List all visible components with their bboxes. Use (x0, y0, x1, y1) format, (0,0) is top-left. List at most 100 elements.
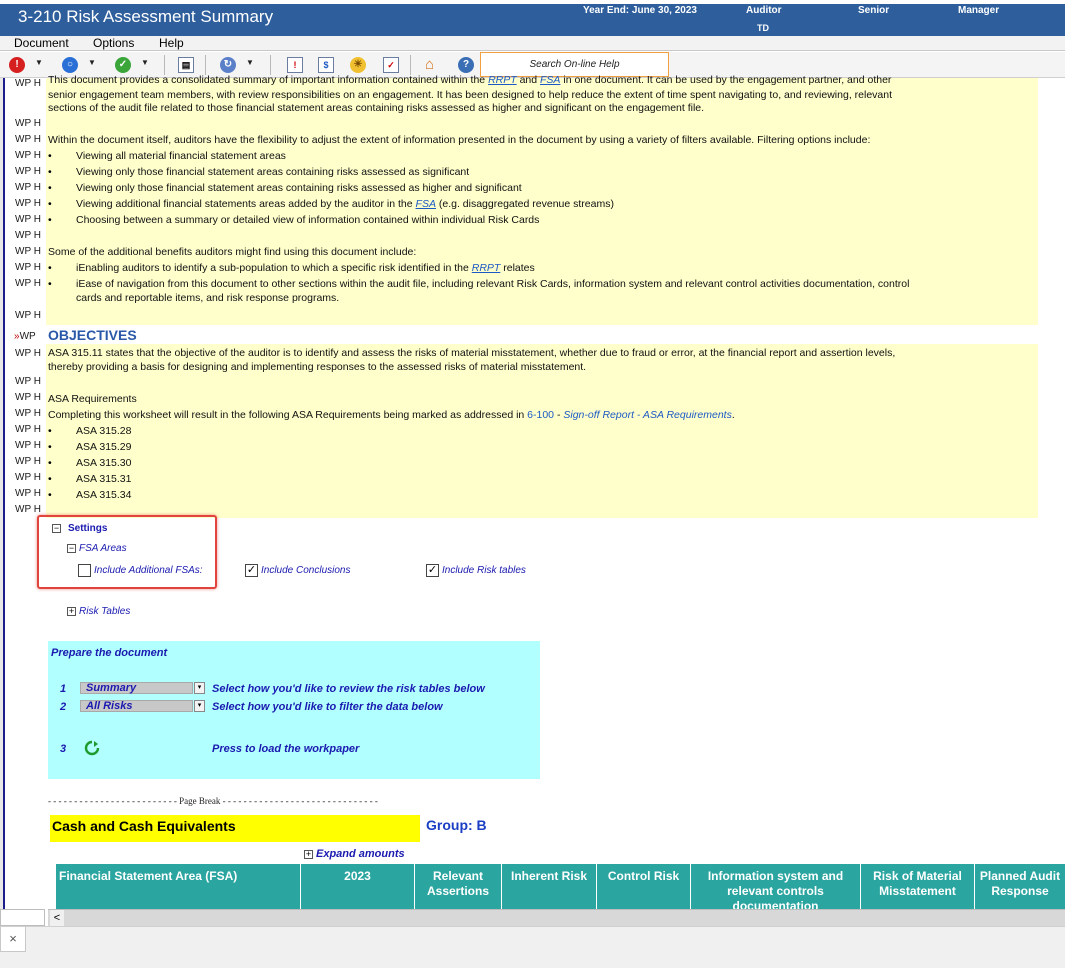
fsa-link[interactable]: FSA (540, 74, 560, 86)
circle-icon[interactable]: ○ (62, 57, 78, 73)
include-risk-tables-checkbox[interactable]: ✓ (426, 564, 439, 577)
objectives-paragraph: thereby providing a basis for designing … (48, 361, 587, 373)
expand-amounts-icon[interactable]: + (304, 850, 313, 859)
senior-header: Senior (858, 5, 890, 16)
toolbar-separator (205, 55, 206, 75)
wp-marker[interactable]: WP H (15, 408, 41, 419)
wp-marker[interactable]: WP H (15, 392, 41, 403)
page-break: - - - - - - - - - - - - - - - - - - - - … (48, 796, 378, 806)
wp-marker[interactable]: WP H (15, 456, 41, 467)
wp-marker[interactable]: WP H (15, 118, 41, 129)
bullet: • (48, 150, 52, 162)
wp-marker[interactable]: WP H (15, 230, 41, 241)
settings-sun-icon[interactable]: ☀ (350, 57, 366, 73)
benefit-item: iEnabling auditors to identify a sub-pop… (76, 262, 535, 274)
wp-marker[interactable]: WP H (15, 440, 41, 451)
scroll-left-icon[interactable]: < (50, 910, 64, 926)
refresh-icon[interactable]: ↻ (220, 57, 236, 73)
toolbar-separator (410, 55, 411, 75)
close-tab-icon[interactable]: × (0, 927, 26, 952)
asa-item: ASA 315.28 (76, 425, 132, 437)
document-alert-icon[interactable]: ! (287, 57, 303, 73)
wp-marker[interactable]: WP H (15, 278, 41, 289)
auditor-initials[interactable]: TD (757, 23, 769, 33)
wp-marker[interactable]: WP H (15, 504, 41, 515)
check-icon[interactable]: ✓ (115, 57, 131, 73)
chevron-down-icon[interactable]: ▼ (141, 58, 149, 67)
prepare-title: Prepare the document (51, 647, 168, 659)
help-icon[interactable]: ? (458, 57, 474, 73)
expand-amounts-label[interactable]: Expand amounts (316, 848, 405, 860)
wp-marker[interactable]: WP H (15, 424, 41, 435)
step3-instruction: Press to load the workpaper (212, 743, 360, 755)
wp-marker[interactable]: WP H (15, 166, 41, 177)
step-number: 1 (60, 683, 67, 695)
menu-document[interactable]: Document (14, 36, 69, 50)
year-end-label: Year End: June 30, 2023 (583, 5, 697, 16)
document-check-icon[interactable]: ✓ (383, 57, 399, 73)
document-dollar-icon[interactable]: $ (318, 57, 334, 73)
chevron-down-icon[interactable]: ▾ (194, 682, 205, 694)
wp-marker-current[interactable]: »WP (14, 331, 36, 342)
asa-item: ASA 315.31 (76, 473, 132, 485)
error-icon[interactable]: ! (9, 57, 25, 73)
wp-marker[interactable]: WP H (15, 488, 41, 499)
header-inherent-risk: Inherent Risk (502, 864, 597, 909)
home-icon[interactable]: ⌂ (425, 57, 441, 73)
rrpt-link[interactable]: RRPT (472, 262, 501, 274)
bullet: • (48, 441, 52, 453)
bullet: • (48, 489, 52, 501)
menu-options[interactable]: Options (93, 36, 134, 50)
wp-marker[interactable]: WP H (15, 182, 41, 193)
wp-marker[interactable]: WP H (15, 472, 41, 483)
window-title: 3-210 Risk Assessment Summary (18, 7, 274, 26)
wp-marker[interactable]: WP H (15, 310, 41, 321)
objectives-paragraph: ASA 315.11 states that the objective of … (48, 347, 896, 359)
header-rmm: Risk of Material Misstatement (861, 864, 975, 909)
risk-filter-select[interactable]: All Risks (80, 700, 193, 712)
auditor-header: Auditor (746, 5, 782, 16)
chevron-down-icon[interactable]: ▼ (35, 58, 43, 67)
wp-marker[interactable]: WP H (15, 262, 41, 273)
prepare-document-panel: Prepare the document 1 Summary ▾ Select … (48, 641, 540, 779)
header-fsa: Financial Statement Area (FSA) (56, 864, 301, 909)
chevron-down-icon[interactable]: ▾ (194, 700, 205, 712)
wp-marker[interactable]: WP H (15, 376, 41, 387)
rrpt-link[interactable]: RRPT (488, 74, 517, 86)
signoff-report-link[interactable]: 6-100 (527, 409, 554, 421)
benefit-item: iEase of navigation from this document t… (76, 278, 910, 290)
asa-item: ASA 315.34 (76, 489, 132, 501)
wp-marker[interactable]: WP H (15, 246, 41, 257)
horizontal-scrollbar[interactable]: < (48, 909, 1065, 926)
load-workpaper-refresh-icon[interactable] (84, 740, 100, 756)
wp-marker[interactable]: WP H (15, 78, 41, 89)
sheet-tab-area (0, 909, 45, 926)
header-relevant-assertions: Relevant Assertions (415, 864, 502, 909)
menu-bar: Document Options Help (0, 36, 1065, 51)
signoff-report-title-link[interactable]: Sign-off Report - ASA Requirements (563, 409, 731, 421)
title-bar: 3-210 Risk Assessment Summary Year End: … (0, 4, 1065, 36)
section-title: Cash and Cash Equivalents (50, 815, 420, 842)
status-bar (0, 926, 1065, 968)
filter-item: Viewing additional financial statements … (76, 198, 614, 210)
bullet: • (48, 457, 52, 469)
bullet: • (48, 425, 52, 437)
review-mode-select[interactable]: Summary (80, 682, 193, 694)
wp-marker[interactable]: WP H (15, 214, 41, 225)
asa-item: ASA 315.29 (76, 441, 132, 453)
toolbar-separator (270, 55, 271, 75)
chevron-down-icon[interactable]: ▼ (88, 58, 96, 67)
wp-marker[interactable]: WP H (15, 150, 41, 161)
include-conclusions-checkbox[interactable]: ✓ (245, 564, 258, 577)
ruler-icon[interactable]: ▤ (178, 57, 194, 73)
chevron-down-icon[interactable]: ▼ (246, 58, 254, 67)
risk-tables-expand-icon[interactable]: + (67, 607, 76, 616)
bullet: • (48, 214, 52, 226)
wp-marker[interactable]: WP H (15, 348, 41, 359)
fsa-link[interactable]: FSA (416, 198, 436, 210)
filter-item: Choosing between a summary or detailed v… (76, 214, 540, 226)
wp-marker[interactable]: WP H (15, 198, 41, 209)
intro-line-2: senior engagement team members, with rev… (48, 89, 893, 101)
wp-marker[interactable]: WP H (15, 134, 41, 145)
menu-help[interactable]: Help (159, 36, 184, 50)
